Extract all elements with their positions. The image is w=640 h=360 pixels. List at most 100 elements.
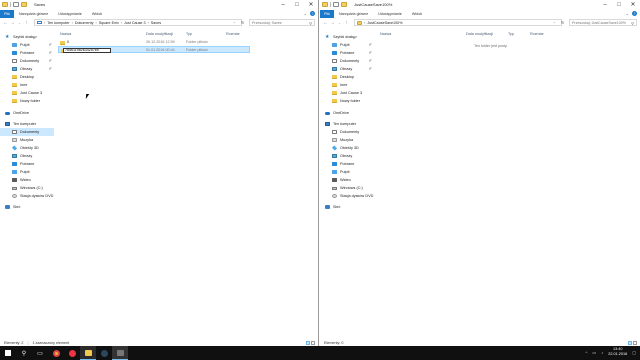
column-size[interactable]: Rozmiar [530,32,544,36]
volume-icon[interactable]: ♪ [601,350,603,355]
file-row[interactable]: 0 26.12.2016 12:59 Folder plików [58,39,250,46]
refresh-icon[interactable]: ↻ [561,20,564,25]
forward-arrow-icon[interactable]: → [329,20,336,26]
tab-share[interactable]: Udostępnianie [53,10,87,18]
taskbar-app-game[interactable] [112,346,128,360]
rename-input[interactable] [63,47,111,53]
nav-item[interactable]: Stacja dysków DVD [320,192,374,200]
back-arrow-icon[interactable]: ← [2,20,9,26]
tab-home[interactable]: Narzędzia główne [334,10,373,18]
search-input[interactable]: Przeszukaj: Saves ⚲ [249,19,315,26]
breadcrumb-item[interactable]: Square Enix [99,21,119,25]
search-taskbar-button[interactable]: ⚲ [16,346,32,360]
address-dropdown-icon[interactable]: ⌄ [233,20,236,24]
breadcrumb-item[interactable]: Saves [151,21,161,25]
help-icon[interactable]: ? [310,11,315,16]
details-view-icon[interactable] [306,341,310,345]
nav-item[interactable]: Desktop [320,73,374,81]
nav-quick-access[interactable]: ★ Szybki dostęp [320,33,374,41]
close-button[interactable]: ✕ [304,0,318,9]
nav-item[interactable]: Inne [0,81,54,89]
properties-icon[interactable] [13,2,19,7]
nav-item[interactable]: Wideo [0,176,54,184]
large-icons-view-icon[interactable] [633,341,637,345]
nav-item[interactable]: Pobrane ✐ [320,49,374,57]
minimize-button[interactable]: – [598,0,612,9]
nav-item[interactable]: Pulpit ✐ [0,41,54,49]
column-name[interactable]: Nazwa [60,32,71,36]
up-arrow-icon[interactable]: ↑ [23,20,30,26]
nav-item[interactable]: Windows (C:) [0,184,54,192]
nav-item[interactable]: Wideo [320,176,374,184]
nav-item[interactable]: Obiekty 3D [320,144,374,152]
taskbar-app-chrome[interactable] [48,346,64,360]
nav-item[interactable]: Inne [320,81,374,89]
search-input[interactable]: Przeszukaj: JustCauseSave100% ⚲ [569,19,637,26]
properties-icon[interactable] [333,2,339,7]
close-button[interactable]: ✕ [626,0,640,9]
nav-item[interactable]: Pulpit [320,168,374,176]
maximize-button[interactable]: □ [612,0,626,9]
refresh-icon[interactable]: ↻ [241,20,244,25]
breadcrumb-item[interactable]: Dokumenty [75,21,94,25]
title-bar[interactable]: Saves – □ ✕ [0,0,318,10]
column-type[interactable]: Typ [186,32,192,36]
file-row-selected[interactable]: 01.01.2016 00:44 Folder plików [58,46,250,53]
nav-item[interactable]: Pobrane ✐ [0,49,54,57]
nav-item[interactable]: Obrazy ✐ [320,65,374,73]
expand-ribbon-chevron-icon[interactable]: ⌄ [626,11,629,16]
column-type[interactable]: Typ [508,32,514,36]
nav-item[interactable]: Pulpit [0,168,54,176]
nav-item[interactable]: Just Cause 3 [320,89,374,97]
taskbar-app-media[interactable] [64,346,80,360]
nav-item[interactable]: Windows (C:) [320,184,374,192]
tray-overflow-chevron-icon[interactable]: ^ [586,350,588,355]
nav-item-selected[interactable]: Dokumenty [0,128,54,136]
tab-home[interactable]: Narzędzia główne [14,10,53,18]
address-dropdown-icon[interactable]: ⌄ [553,20,556,24]
nav-item[interactable]: Muzyka [0,136,54,144]
tab-file[interactable]: Plik [320,10,334,18]
nav-item[interactable]: Pulpit ✐ [320,41,374,49]
nav-this-pc[interactable]: Ten komputer [0,120,54,128]
tab-view[interactable]: Widok [87,10,107,18]
nav-network[interactable]: Sieć [0,203,54,211]
nav-item[interactable]: Just Cause 3 [0,89,54,97]
nav-item[interactable]: Nowy folder [0,97,54,105]
nav-item[interactable]: Obiekty 3D [0,144,54,152]
nav-item[interactable]: Obrazy [0,152,54,160]
back-arrow-icon[interactable]: ← [322,20,329,26]
new-folder-icon[interactable] [21,2,27,7]
large-icons-view-icon[interactable] [311,341,315,345]
nav-onedrive[interactable]: OneDrive [320,109,374,117]
recent-chevron-icon[interactable]: ⌄ [16,21,23,25]
nav-item[interactable]: Dokumenty [320,128,374,136]
maximize-button[interactable]: □ [290,0,304,9]
address-bar[interactable]: › Ten komputer › Dokumenty › Square Enix… [34,19,242,26]
nav-item[interactable]: Dokumenty ✐ [0,57,54,65]
breadcrumb-item[interactable]: Ten komputer [47,21,69,25]
nav-item[interactable]: Pobrane [0,160,54,168]
tab-file[interactable]: Plik [0,10,14,18]
breadcrumb-item[interactable]: JustCauseSave100% [367,21,402,25]
recent-chevron-icon[interactable]: ⌄ [336,21,343,25]
nav-item[interactable]: Obrazy ✐ [0,65,54,73]
forward-arrow-icon[interactable]: → [9,20,16,26]
task-view-button[interactable]: ▭ [32,346,48,360]
nav-item[interactable]: Obrazy [320,152,374,160]
nav-item[interactable]: Dokumenty ✐ [320,57,374,65]
expand-ribbon-chevron-icon[interactable]: ⌄ [304,11,307,16]
new-folder-icon[interactable] [341,2,347,7]
nav-network[interactable]: Sieć [320,203,374,211]
nav-this-pc[interactable]: Ten komputer [320,120,374,128]
nav-item[interactable]: Stacja dysków DVD [0,192,54,200]
nav-item[interactable]: Nowy folder [320,97,374,105]
column-size[interactable]: Rozmiar [226,32,240,36]
notifications-icon[interactable]: ▢ [632,350,636,355]
taskbar-app-steam[interactable] [96,346,112,360]
title-bar[interactable]: JustCauseSave100% – □ ✕ [320,0,640,10]
breadcrumb-item[interactable]: Just Cause 3 [124,21,146,25]
column-name[interactable]: Nazwa [380,32,391,36]
taskbar-app-explorer[interactable] [80,346,96,360]
up-arrow-icon[interactable]: ↑ [343,20,350,26]
